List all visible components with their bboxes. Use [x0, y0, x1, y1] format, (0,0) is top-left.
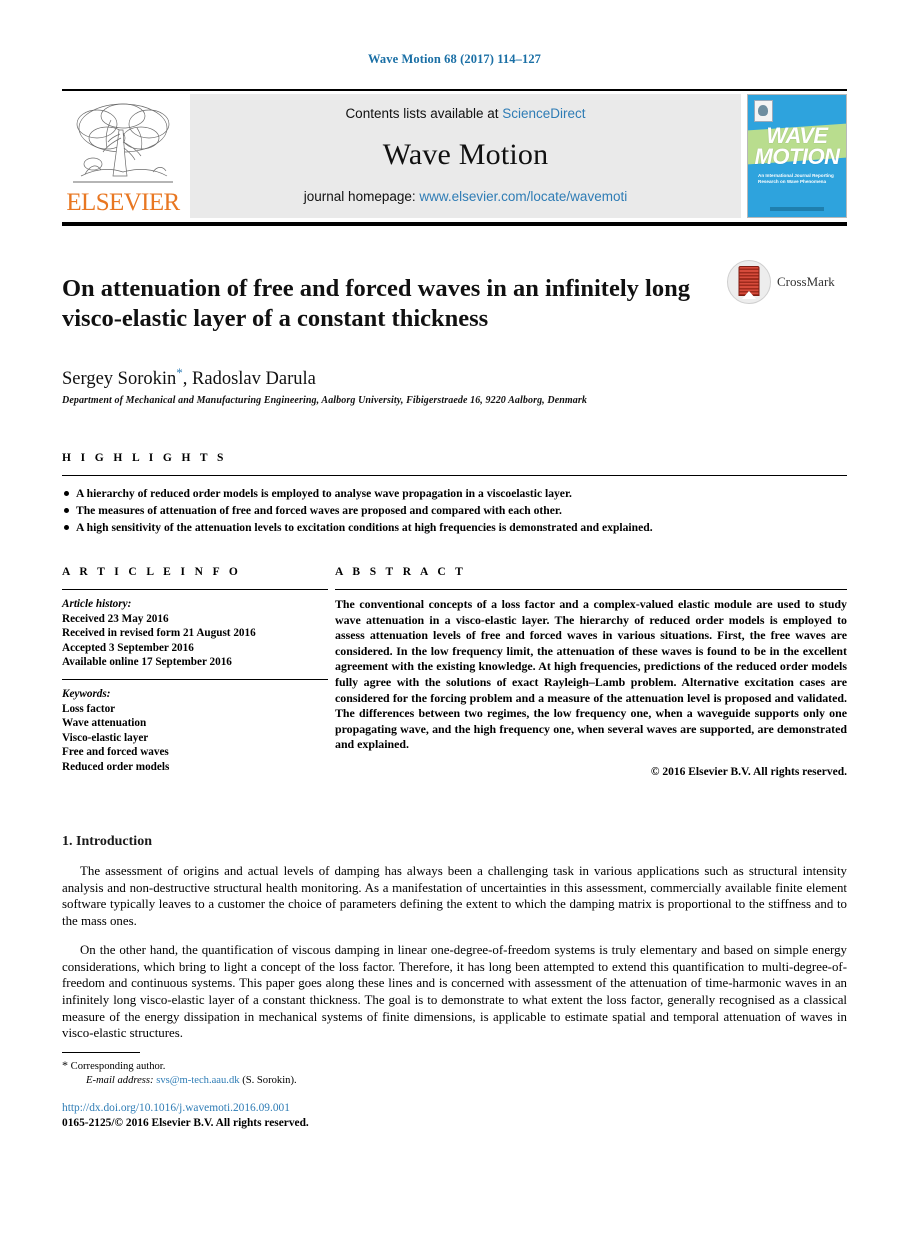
history-item: Accepted 3 September 2016: [62, 641, 194, 654]
cover-footer-bar: [770, 207, 824, 211]
author-list: Sergey Sorokin*, Radoslav Darula: [62, 365, 847, 390]
list-item: A hierarchy of reduced order models is e…: [62, 485, 847, 502]
introduction-section: 1. Introduction The assessment of origin…: [62, 834, 847, 1042]
homepage-line: journal homepage: www.elsevier.com/locat…: [304, 189, 627, 204]
doi-link[interactable]: http://dx.doi.org/10.1016/j.wavemoti.201…: [62, 1102, 290, 1114]
history-item: Received in revised form 21 August 2016: [62, 627, 256, 640]
title-row: On attenuation of free and forced waves …: [62, 258, 847, 351]
highlights-section: H I G H L I G H T S A hierarchy of reduc…: [62, 452, 847, 536]
introduction-paragraph: The assessment of origins and actual lev…: [62, 863, 847, 928]
history-item: Available online 17 September 2016: [62, 656, 232, 669]
keyword-item: Loss factor: [62, 702, 116, 715]
keyword-item: Visco-elastic layer: [62, 731, 149, 744]
keywords-label: Keywords:: [62, 687, 111, 700]
article-page: Wave Motion 68 (2017) 114–127 ELSEVIER C…: [0, 0, 907, 1238]
cover-subtitle: An International Journal Reporting Resea…: [758, 173, 834, 184]
history-item: Received 23 May 2016: [62, 612, 169, 625]
keyword-item: Free and forced waves: [62, 746, 169, 759]
introduction-paragraph: On the other hand, the quantification of…: [62, 943, 847, 1041]
masthead-bottom-rule: [62, 222, 847, 226]
abstract-text: The conventional concepts of a loss fact…: [335, 596, 847, 752]
affiliation: Department of Mechanical and Manufacturi…: [62, 394, 587, 406]
elsevier-tree-icon: [73, 103, 173, 183]
cover-title-line2: MOTION: [754, 144, 841, 169]
abstract-column: A B S T R A C T The conventional concept…: [335, 566, 847, 778]
crossmark-badge-group[interactable]: CrossMark: [727, 260, 835, 304]
introduction-heading: 1. Introduction: [62, 833, 152, 849]
list-item: The measures of attenuation of free and …: [62, 502, 847, 519]
keyword-item: Reduced order models: [62, 760, 170, 773]
journal-cover-thumbnail[interactable]: WAVE MOTION An International Journal Rep…: [747, 94, 847, 218]
article-history-block: Article history: Received 23 May 2016 Re…: [62, 590, 328, 670]
crossmark-icon: [727, 260, 771, 304]
running-head: Wave Motion 68 (2017) 114–127: [367, 52, 542, 66]
page-title: On attenuation of free and forced waves …: [62, 275, 690, 333]
journal-title: Wave Motion: [382, 138, 549, 171]
article-info-column: A R T I C L E I N F O Article history: R…: [62, 566, 328, 778]
elsevier-logo: ELSEVIER: [62, 94, 184, 218]
highlights-list: A hierarchy of reduced order models is e…: [62, 476, 847, 536]
corresponding-author-text: Corresponding author.: [70, 1061, 166, 1072]
contents-line: Contents lists available at ScienceDirec…: [345, 106, 585, 121]
email-link[interactable]: svs@m-tech.aau.dk: [156, 1075, 239, 1086]
journal-homepage-link[interactable]: www.elsevier.com/locate/wavemoti: [419, 189, 627, 204]
cover-title: WAVE MOTION: [748, 123, 846, 169]
article-info-heading: A R T I C L E I N F O: [62, 565, 242, 578]
masthead-top-rule: [62, 89, 847, 91]
issn-copyright-line: 0165-2125/© 2016 Elsevier B.V. All right…: [62, 1116, 309, 1129]
journal-masthead: ELSEVIER Contents lists available at Sci…: [62, 94, 847, 218]
abstract-copyright: © 2016 Elsevier B.V. All rights reserved…: [650, 765, 847, 778]
cover-elsevier-mark-icon: [754, 100, 773, 122]
email-owner: (S. Sorokin).: [242, 1075, 297, 1087]
list-item: A high sensitivity of the attenuation le…: [62, 519, 847, 536]
highlights-heading: H I G H L I G H T S: [62, 451, 227, 464]
email-address-label: E-mail address:: [86, 1075, 154, 1087]
info-abstract-row: A R T I C L E I N F O Article history: R…: [62, 566, 847, 778]
journal-band: Contents lists available at ScienceDirec…: [190, 94, 741, 218]
author-first: Sergey Sorokin: [62, 368, 177, 389]
corresponding-author-note: * Corresponding author. E-mail address: …: [62, 1053, 482, 1089]
crossmark-label: CrossMark: [777, 274, 835, 289]
keyword-item: Wave attenuation: [62, 717, 147, 730]
footnote-star: *: [62, 1058, 68, 1072]
author-rest: , Radoslav Darula: [182, 368, 316, 389]
crossmark-arrow-shape: [742, 291, 756, 299]
doi-block: http://dx.doi.org/10.1016/j.wavemoti.201…: [62, 1101, 482, 1131]
abstract-heading: A B S T R A C T: [335, 565, 467, 578]
keywords-block: Keywords: Loss factor Wave attenuation V…: [62, 680, 328, 775]
page-footnote: * Corresponding author. E-mail address: …: [62, 1052, 482, 1131]
elsevier-wordmark: ELSEVIER: [66, 189, 180, 216]
article-history-label: Article history:: [62, 597, 132, 610]
sciencedirect-link[interactable]: ScienceDirect: [502, 106, 585, 121]
homepage-prefix: journal homepage:: [303, 189, 420, 204]
page-content: Wave Motion 68 (2017) 114–127 ELSEVIER C…: [62, 0, 847, 1055]
cover-title-line1: WAVE: [766, 123, 828, 148]
contents-prefix: Contents lists available at: [345, 106, 503, 121]
